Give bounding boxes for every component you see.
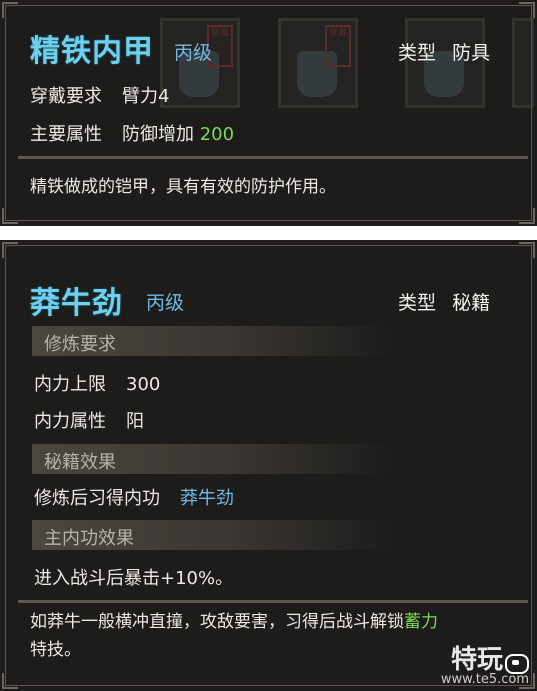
armor-ghost-icon: 穿戴 [278,18,358,108]
neili-attr-row: 内力属性阳 [34,407,144,433]
requirement-row: 穿戴要求 臂力4 [30,82,169,108]
main-effect-row: 进入战斗后暴击+10%。 [34,568,234,589]
type-value: 防具 [452,42,491,64]
neili-attr-value: 阳 [126,411,144,432]
frame-corner [519,242,535,258]
site-watermark: 特玩 www.te5.com [441,639,529,687]
type-value: 秘籍 [452,292,491,314]
neili-cap-value: 300 [126,374,161,395]
armor-ghost-icon [512,18,534,108]
frame-corner [519,2,535,18]
te5-logo-icon [505,653,529,674]
type-label: 类型 [398,42,437,64]
item-type: 类型 秘籍 [398,288,490,315]
description-highlight: 蓄力 [404,612,438,632]
neili-cap-label: 内力上限 [34,374,106,395]
seal-stamp-icon: 穿戴 [325,25,351,67]
learn-skill-value: 莽牛劲 [180,488,234,509]
description-text-end: 特技。 [30,640,81,660]
frame-corner [2,2,18,18]
frame-corner [2,242,18,258]
armor-tooltip-panel: 穿戴 穿戴 精铁内甲 丙级 类型 防具 穿戴要求 臂力4 主要属性 防御增加 200… [0,0,537,226]
item-grade: 丙级 [146,292,185,314]
main-attribute-value: 200 [199,124,235,145]
section-title: 主内功效果 [44,528,134,549]
frame-corner [2,208,18,224]
manual-tooltip-panel: 莽牛劲 丙级 类型 秘籍 修炼要求 内力上限 300 内力属性阳 秘籍效果 修炼后… [0,240,537,691]
item-title: 莽牛劲 [30,286,123,321]
section-title: 修炼要求 [44,334,116,355]
section-header-effects: 秘籍效果 [32,444,392,474]
item-title: 精铁内甲 [30,34,154,69]
learn-skill-label: 修炼后习得内功 [34,488,160,509]
item-grade: 丙级 [174,42,213,64]
main-attribute-label: 主要属性 [30,124,102,145]
requirement-label: 穿戴要求 [30,86,102,107]
frame-corner [519,208,535,224]
type-label: 类型 [398,292,437,314]
section-header-main-effect: 主内功效果 [32,520,392,550]
frame-corner [2,673,18,689]
section-title: 秘籍效果 [44,452,116,473]
item-description: 精铁做成的铠甲，具有有效的防护作用。 [30,177,336,197]
learn-skill-row: 修炼后习得内功 莽牛劲 [34,484,234,510]
divider [18,600,528,603]
watermark-text: 特玩 [450,645,503,675]
item-type: 类型 防具 [398,38,490,65]
divider [18,156,528,159]
neili-attr-label: 内力属性 [34,411,106,432]
main-attribute-row: 主要属性 防御增加 200 [30,120,234,146]
section-header-requirements: 修炼要求 [32,326,392,356]
main-attribute-name: 防御增加 [122,124,194,145]
description-text: 如莽牛一般横冲直撞，攻敌要害，习得后战斗解锁 [30,612,404,632]
requirement-value: 臂力4 [122,86,170,107]
neili-cap-row: 内力上限 300 [34,370,160,396]
